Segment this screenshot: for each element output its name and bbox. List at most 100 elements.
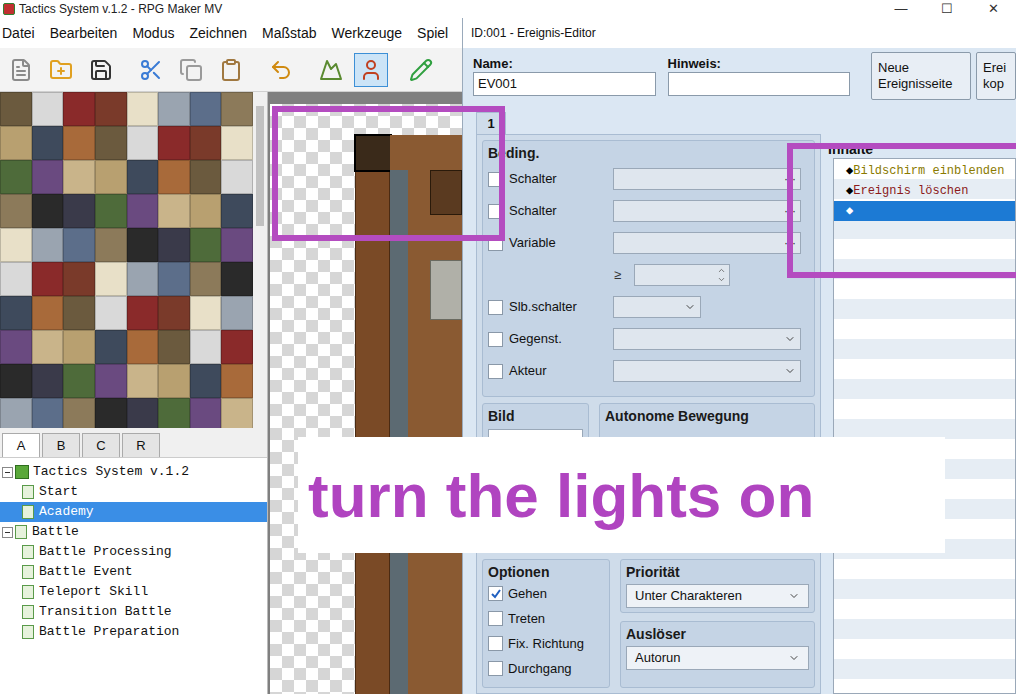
tile[interactable] — [32, 364, 64, 398]
tile[interactable] — [0, 398, 32, 428]
toolbar-button[interactable] — [174, 53, 208, 87]
tile[interactable] — [127, 126, 159, 160]
trigger-select[interactable]: Autorun — [626, 646, 809, 670]
tile[interactable] — [158, 92, 190, 126]
tile[interactable] — [158, 330, 190, 364]
tile[interactable] — [63, 398, 95, 428]
spin-down-icon[interactable] — [717, 275, 726, 284]
tile[interactable] — [63, 160, 95, 194]
tile[interactable] — [190, 160, 222, 194]
tile[interactable] — [127, 194, 159, 228]
tree-item[interactable]: Transition Battle — [0, 602, 267, 622]
tree-item[interactable]: Start — [0, 482, 267, 502]
option-checkbox[interactable] — [488, 661, 503, 676]
option-row[interactable]: Fix. Richtung — [488, 634, 604, 653]
spin-up-icon[interactable] — [717, 266, 726, 275]
menu-item[interactable]: Datei — [2, 23, 35, 44]
tile[interactable] — [0, 364, 32, 398]
tile[interactable] — [158, 398, 190, 428]
window-control[interactable]: — — [878, 0, 924, 18]
tile[interactable] — [221, 398, 253, 428]
tile[interactable] — [95, 398, 127, 428]
window-control[interactable]: ✕ — [970, 0, 1016, 18]
tile[interactable] — [63, 262, 95, 296]
scroll-thumb[interactable] — [256, 106, 264, 226]
tile[interactable] — [221, 160, 253, 194]
condition-select[interactable] — [613, 328, 801, 350]
option-checkbox[interactable] — [488, 586, 503, 601]
tile[interactable] — [221, 228, 253, 262]
tile[interactable] — [95, 330, 127, 364]
header-button[interactable]: Erei kop — [976, 52, 1016, 100]
expand-toggle-icon[interactable] — [2, 467, 13, 478]
tile[interactable] — [0, 92, 32, 126]
toolbar-button[interactable] — [44, 53, 78, 87]
tile[interactable] — [190, 194, 222, 228]
tile[interactable] — [63, 126, 95, 160]
tile[interactable] — [221, 262, 253, 296]
tile[interactable] — [0, 194, 32, 228]
toolbar-button[interactable] — [214, 53, 248, 87]
menu-item[interactable]: Spiel — [417, 23, 448, 44]
tile[interactable] — [158, 296, 190, 330]
menu-item[interactable]: Bearbeiten — [50, 23, 118, 44]
tile[interactable] — [32, 330, 64, 364]
toolbar-button[interactable] — [4, 53, 38, 87]
tile[interactable] — [63, 92, 95, 126]
option-row[interactable]: Durchgang — [488, 659, 604, 678]
tileset-tab[interactable]: B — [42, 433, 80, 457]
tile[interactable] — [190, 364, 222, 398]
command-row[interactable]: ◆Ereignis löschen — [834, 181, 1015, 201]
tile[interactable] — [32, 262, 64, 296]
tile[interactable] — [127, 262, 159, 296]
option-row[interactable]: Treten — [488, 609, 604, 628]
tile[interactable] — [63, 228, 95, 262]
tile[interactable] — [63, 194, 95, 228]
tile[interactable] — [32, 160, 64, 194]
tile[interactable] — [190, 126, 222, 160]
tile[interactable] — [32, 228, 64, 262]
tile[interactable] — [190, 262, 222, 296]
toolbar-button[interactable] — [134, 53, 168, 87]
tile[interactable] — [95, 262, 127, 296]
command-row[interactable]: ◆Bildschirm einblenden — [834, 161, 1015, 181]
toolbar-button[interactable] — [314, 53, 348, 87]
tile[interactable] — [0, 296, 32, 330]
option-checkbox[interactable] — [488, 611, 503, 626]
tile[interactable] — [190, 296, 222, 330]
condition-select[interactable] — [613, 360, 801, 382]
tile[interactable] — [95, 228, 127, 262]
condition-picker[interactable]: ··· — [613, 168, 801, 190]
option-row[interactable]: Gehen — [488, 584, 604, 603]
compare-spinner[interactable] — [634, 264, 730, 286]
condition-checkbox[interactable] — [488, 332, 503, 347]
tile[interactable] — [158, 228, 190, 262]
condition-picker[interactable]: ··· — [613, 232, 801, 254]
tile[interactable] — [221, 92, 253, 126]
tile[interactable] — [32, 92, 64, 126]
tree-item[interactable]: Academy — [0, 502, 267, 522]
tile[interactable] — [0, 126, 32, 160]
tile[interactable] — [221, 126, 253, 160]
tile[interactable] — [63, 296, 95, 330]
window-control[interactable]: ☐ — [924, 0, 970, 18]
tile[interactable] — [32, 296, 64, 330]
tile[interactable] — [190, 398, 222, 428]
tile[interactable] — [158, 364, 190, 398]
contents-list[interactable]: ◆Bildschirm einblenden◆Ereignis löschen◆ — [833, 158, 1016, 694]
tile[interactable] — [127, 160, 159, 194]
tileset[interactable] — [0, 92, 253, 428]
tile[interactable] — [95, 160, 127, 194]
tile[interactable] — [0, 228, 32, 262]
tile[interactable] — [95, 194, 127, 228]
tile[interactable] — [190, 92, 222, 126]
tile[interactable] — [221, 364, 253, 398]
expand-toggle-icon[interactable] — [2, 527, 13, 538]
toolbar-button[interactable] — [354, 53, 388, 87]
menu-item[interactable]: Werkzeuge — [332, 23, 403, 44]
tile[interactable] — [127, 330, 159, 364]
tree-item[interactable]: Battle Event — [0, 562, 267, 582]
tile[interactable] — [95, 92, 127, 126]
note-input[interactable] — [668, 72, 851, 96]
tile[interactable] — [95, 296, 127, 330]
